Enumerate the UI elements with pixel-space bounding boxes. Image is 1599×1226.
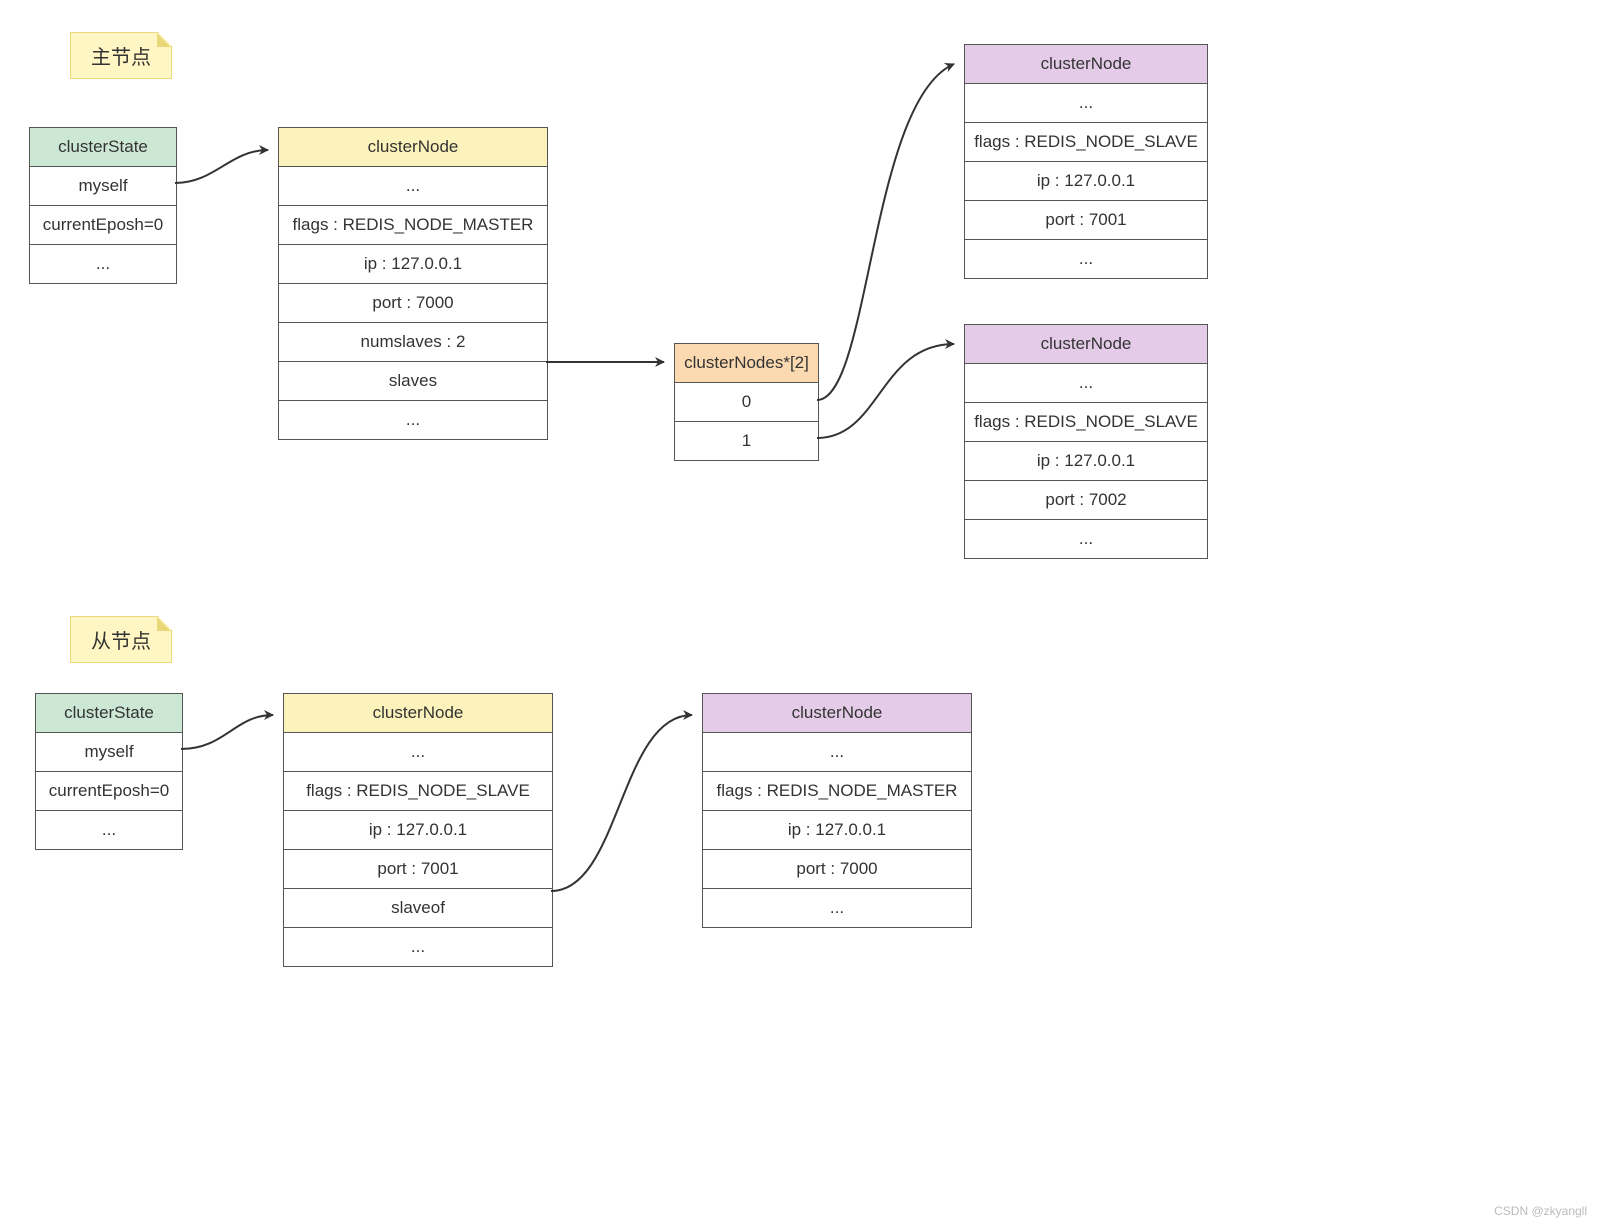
header-cluster-node: clusterNode: [279, 128, 547, 167]
row-ip: ip : 127.0.0.1: [279, 245, 547, 284]
header-cluster-node: clusterNode: [703, 694, 971, 733]
row-ellipsis: ...: [965, 84, 1207, 123]
row-ip: ip : 127.0.0.1: [965, 442, 1207, 481]
diagram-canvas: 主节点 从节点 clusterState myself currentEposh…: [0, 0, 1599, 1226]
row-port: port : 7000: [279, 284, 547, 323]
row-ellipsis: ...: [284, 733, 552, 772]
row-flags: flags : REDIS_NODE_SLAVE: [284, 772, 552, 811]
table-slave-node-7001: clusterNode ... flags : REDIS_NODE_SLAVE…: [964, 44, 1208, 279]
header-cluster-state: clusterState: [36, 694, 182, 733]
row-ellipsis: ...: [965, 364, 1207, 403]
header-cluster-nodes-array: clusterNodes*[2]: [675, 344, 818, 383]
row-index-1: 1: [675, 422, 818, 460]
header-cluster-node: clusterNode: [284, 694, 552, 733]
row-flags: flags : REDIS_NODE_MASTER: [703, 772, 971, 811]
label-master-section: 主节点: [70, 32, 172, 79]
row-ellipsis: ...: [965, 240, 1207, 278]
table-slave-cluster-node: clusterNode ... flags : REDIS_NODE_SLAVE…: [283, 693, 553, 967]
row-flags: flags : REDIS_NODE_SLAVE: [965, 123, 1207, 162]
row-ellipsis: ...: [30, 245, 176, 283]
row-myself: myself: [36, 733, 182, 772]
row-port: port : 7001: [965, 201, 1207, 240]
row-current-epoch: currentEposh=0: [36, 772, 182, 811]
row-slaves: slaves: [279, 362, 547, 401]
row-ellipsis: ...: [703, 733, 971, 772]
row-ip: ip : 127.0.0.1: [965, 162, 1207, 201]
table-master-cluster-node: clusterNode ... flags : REDIS_NODE_MASTE…: [278, 127, 548, 440]
row-current-epoch: currentEposh=0: [30, 206, 176, 245]
row-flags: flags : REDIS_NODE_MASTER: [279, 206, 547, 245]
row-ellipsis: ...: [279, 401, 547, 439]
table-slave-cluster-state: clusterState myself currentEposh=0 ...: [35, 693, 183, 850]
header-cluster-state: clusterState: [30, 128, 176, 167]
row-ip: ip : 127.0.0.1: [703, 811, 971, 850]
table-master-cluster-state: clusterState myself currentEposh=0 ...: [29, 127, 177, 284]
watermark: CSDN @zkyangll: [1494, 1204, 1587, 1218]
row-ellipsis: ...: [965, 520, 1207, 558]
table-slave-master-ref: clusterNode ... flags : REDIS_NODE_MASTE…: [702, 693, 972, 928]
header-cluster-node: clusterNode: [965, 325, 1207, 364]
row-slaveof: slaveof: [284, 889, 552, 928]
row-ellipsis: ...: [36, 811, 182, 849]
table-slave-node-7002: clusterNode ... flags : REDIS_NODE_SLAVE…: [964, 324, 1208, 559]
row-ellipsis: ...: [703, 889, 971, 927]
row-port: port : 7001: [284, 850, 552, 889]
row-flags: flags : REDIS_NODE_SLAVE: [965, 403, 1207, 442]
row-ellipsis: ...: [279, 167, 547, 206]
row-port: port : 7000: [703, 850, 971, 889]
table-cluster-nodes-array: clusterNodes*[2] 0 1: [674, 343, 819, 461]
row-index-0: 0: [675, 383, 818, 422]
row-ellipsis: ...: [284, 928, 552, 966]
header-cluster-node: clusterNode: [965, 45, 1207, 84]
row-myself: myself: [30, 167, 176, 206]
label-slave-section: 从节点: [70, 616, 172, 663]
row-port: port : 7002: [965, 481, 1207, 520]
row-ip: ip : 127.0.0.1: [284, 811, 552, 850]
arrows-layer: [0, 0, 1599, 1226]
row-numslaves: numslaves : 2: [279, 323, 547, 362]
